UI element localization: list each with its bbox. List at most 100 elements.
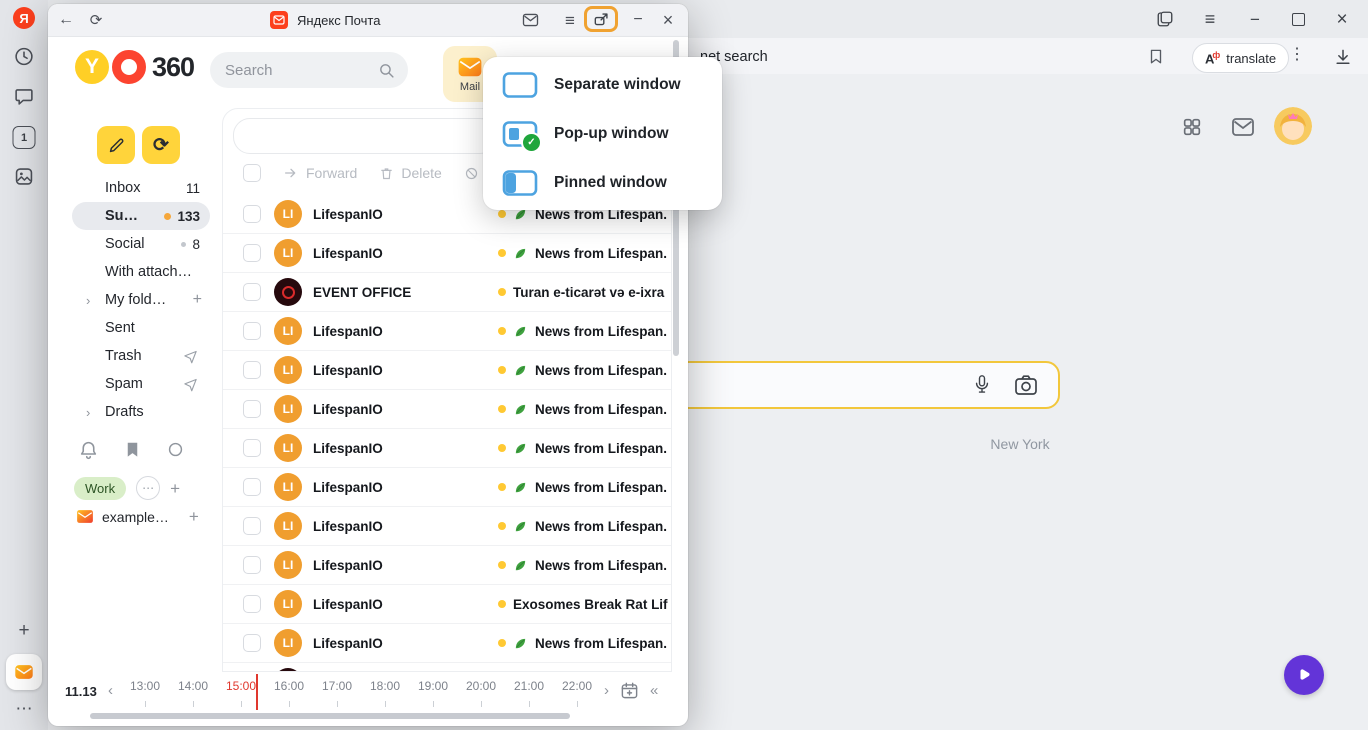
empty-folder-icon[interactable]: [183, 377, 198, 392]
timeline-next-icon[interactable]: ›: [604, 683, 609, 698]
empty-folder-icon[interactable]: [183, 349, 198, 364]
message-row[interactable]: LILifespanIONews from Lifespan.: [223, 429, 671, 468]
message-checkbox[interactable]: [243, 361, 261, 379]
message-checkbox[interactable]: [243, 556, 261, 574]
popup-close-icon[interactable]: ×: [658, 4, 678, 36]
bookmark-icon[interactable]: [123, 440, 142, 459]
folder-row[interactable]: Inbox11: [72, 174, 210, 202]
folder-row[interactable]: Sent: [72, 314, 210, 342]
browser-menu-icon[interactable]: ≡: [1198, 0, 1222, 38]
account-row[interactable]: example… +: [76, 508, 199, 525]
message-checkbox[interactable]: [243, 322, 261, 340]
calendar-add-icon[interactable]: [620, 681, 639, 700]
popup-minimize-icon[interactable]: −: [628, 4, 648, 36]
message-checkbox[interactable]: [243, 595, 261, 613]
timeline-collapse-icon[interactable]: «: [650, 683, 658, 698]
mail-app-icon[interactable]: [6, 654, 42, 690]
bell-icon[interactable]: [78, 440, 99, 461]
message-row[interactable]: LILifespanIONews from Lifespan.: [223, 507, 671, 546]
browser-close-icon[interactable]: ×: [1330, 0, 1354, 38]
message-row[interactable]: LILifespanIONews from Lifespan.: [223, 624, 671, 663]
screen: Я 1 + ⋯ ≡ − × net search Aф translate ⋮: [0, 0, 1368, 730]
unread-dot-orange: [164, 213, 171, 220]
account-add-button[interactable]: +: [189, 508, 199, 525]
yandex360-logo[interactable]: Y 360: [75, 50, 194, 84]
add-folder-icon[interactable]: [193, 291, 202, 309]
folder-list: Inbox11 Su…133 Social8 With attach… My f…: [72, 174, 210, 426]
message-checkbox[interactable]: [243, 244, 261, 262]
download-icon[interactable]: [1333, 47, 1353, 67]
add-panel-icon[interactable]: +: [18, 621, 29, 640]
back-icon[interactable]: ←: [56, 4, 76, 36]
mail-search-input[interactable]: [223, 61, 378, 80]
message-row[interactable]: EVENT OFFICETuran e-ticarət və e-ixra: [223, 273, 671, 312]
tabs-icon[interactable]: [1153, 0, 1177, 38]
check-mail-button[interactable]: ⟳: [142, 126, 180, 164]
alice-button[interactable]: [1284, 655, 1324, 695]
compose-button[interactable]: [97, 126, 135, 164]
select-all-checkbox[interactable]: [243, 164, 261, 182]
message-row[interactable]: LILifespanIONews from Lifespan.: [223, 234, 671, 273]
message-subject: News from Lifespan.: [535, 441, 671, 456]
folder-row[interactable]: Spam: [72, 370, 210, 398]
tab-count-badge[interactable]: 1: [13, 126, 36, 149]
account-mail-icon: [76, 509, 94, 524]
user-avatar[interactable]: [1274, 107, 1312, 145]
message-row[interactable]: LILifespanIOExosomes Break Rat Lif: [223, 585, 671, 624]
message-row[interactable]: LILifespanIONews from Lifespan.: [223, 468, 671, 507]
message-row[interactable]: LILifespanIONews from Lifespan.: [223, 312, 671, 351]
window-mode-menu-item[interactable]: Separate window: [483, 60, 722, 109]
apps-grid-icon[interactable]: [1181, 116, 1203, 138]
page-mail-icon[interactable]: [1231, 117, 1255, 137]
tag-add-button[interactable]: +: [170, 480, 180, 497]
message-row[interactable]: LILifespanIONews from Lifespan.: [223, 390, 671, 429]
message-subject: News from Lifespan.: [535, 636, 671, 651]
message-checkbox[interactable]: [243, 478, 261, 496]
message-checkbox[interactable]: [243, 283, 261, 301]
message-row[interactable]: LILifespanIONews from Lifespan.: [223, 546, 671, 585]
gallery-icon[interactable]: [14, 166, 35, 187]
image-search-icon[interactable]: [1014, 374, 1038, 396]
circle-icon[interactable]: [166, 440, 185, 459]
bookmark-flag-icon[interactable]: [1147, 47, 1165, 65]
horizontal-scrollbar[interactable]: [90, 713, 570, 719]
browser-minimize-icon[interactable]: −: [1243, 0, 1267, 38]
translate-button[interactable]: Aф translate: [1192, 43, 1289, 73]
message-checkbox[interactable]: [243, 634, 261, 652]
folder-row[interactable]: Su…133: [72, 202, 210, 230]
message-checkbox[interactable]: [243, 205, 261, 223]
tag-work[interactable]: Work: [74, 477, 126, 500]
yandex-logo-icon[interactable]: Я: [13, 7, 35, 29]
chat-icon[interactable]: [14, 86, 35, 107]
message-checkbox[interactable]: [243, 517, 261, 535]
message-row[interactable]: LILifespanIONews from Lifespan.: [223, 351, 671, 390]
window-mode-menu-item[interactable]: Pop-up window: [483, 109, 722, 158]
forward-button[interactable]: Forward: [283, 165, 357, 181]
tag-more-button[interactable]: ⋯: [136, 476, 160, 500]
history-icon[interactable]: [14, 46, 35, 67]
unread-dot: [498, 405, 506, 413]
timeline-prev-icon[interactable]: ‹: [108, 683, 113, 698]
sidebar-more-icon[interactable]: ⋯: [16, 700, 33, 717]
refresh-icon[interactable]: ⟳: [86, 4, 106, 36]
window-mode-button[interactable]: [584, 6, 618, 32]
compose-envelope-icon[interactable]: [520, 4, 540, 36]
folder-row[interactable]: My fold…: [72, 286, 210, 314]
list-filter-field[interactable]: [233, 118, 497, 154]
message-checkbox[interactable]: [243, 439, 261, 457]
folder-row[interactable]: Social8: [72, 230, 210, 258]
window-mode-label: Pop-up window: [554, 125, 669, 143]
folder-row[interactable]: Drafts: [72, 398, 210, 426]
popup-menu-icon[interactable]: ≡: [560, 4, 580, 36]
window-mode-menu-item[interactable]: Pinned window: [483, 158, 722, 207]
folder-row[interactable]: Trash: [72, 342, 210, 370]
message-checkbox[interactable]: [243, 400, 261, 418]
folder-row[interactable]: With attach…: [72, 258, 210, 286]
browser-maximize-icon[interactable]: [1286, 0, 1310, 38]
mail-search-box[interactable]: [210, 52, 408, 88]
voice-search-icon[interactable]: [972, 373, 992, 397]
delete-button[interactable]: Delete: [379, 165, 441, 181]
folder-label: My fold…: [105, 292, 166, 308]
omnibox-kebab-icon[interactable]: ⋮: [1289, 47, 1305, 63]
message-row[interactable]: [223, 663, 671, 671]
